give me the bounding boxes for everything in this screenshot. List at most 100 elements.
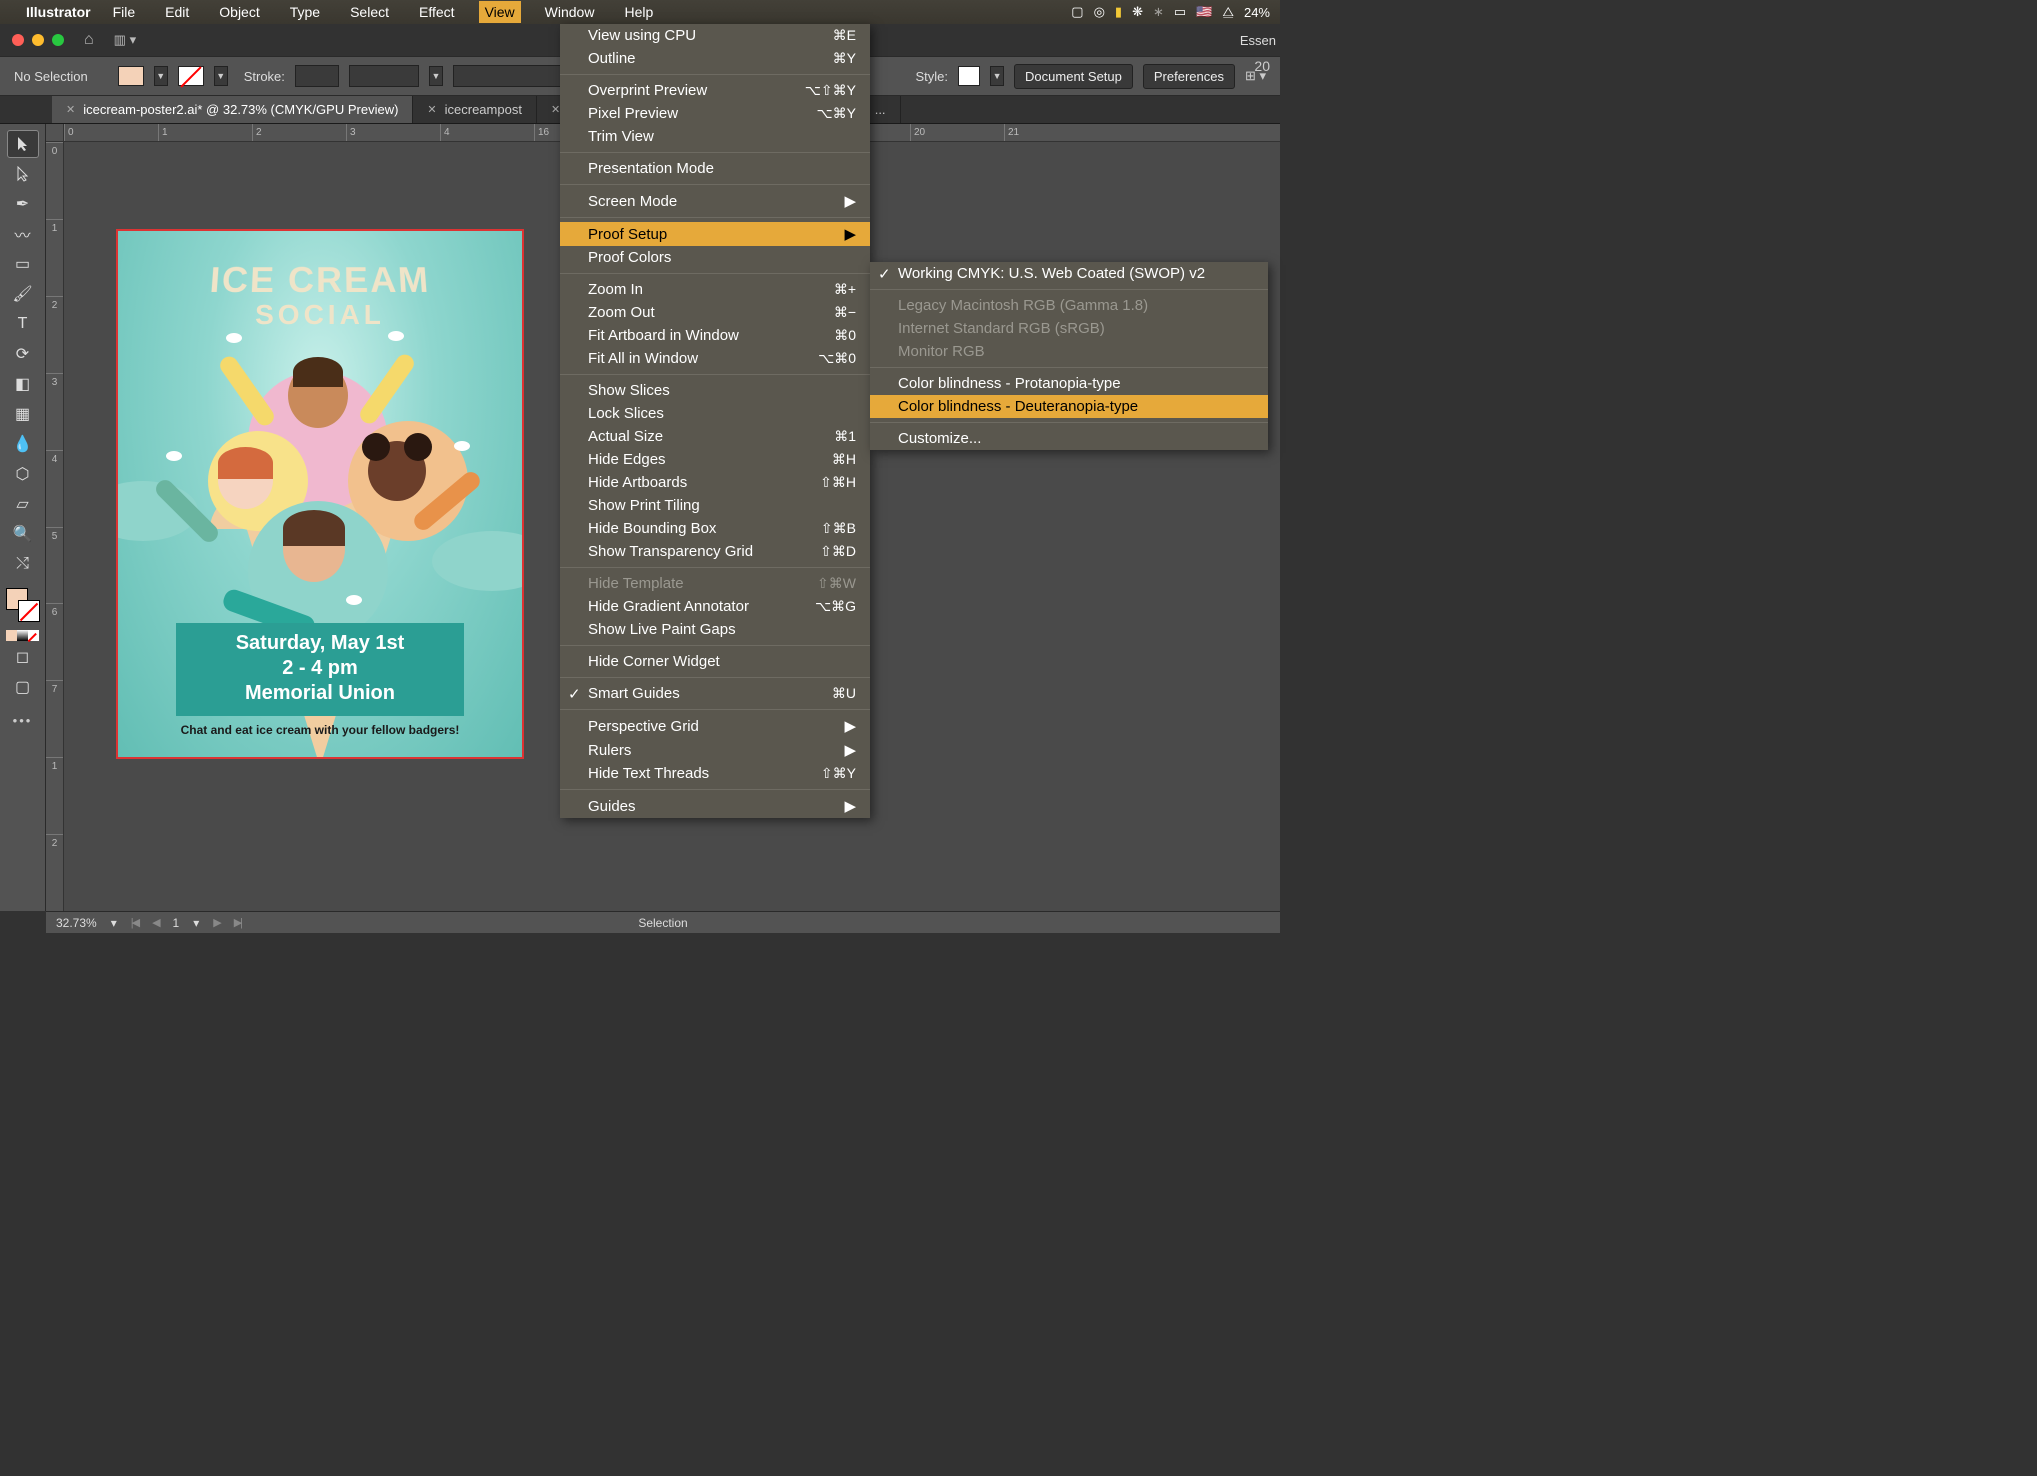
view-menu-item[interactable]: Trim View <box>560 125 870 148</box>
fill-dropdown[interactable]: ▼ <box>154 66 168 86</box>
edit-toolbar-icon[interactable]: ••• <box>13 713 33 728</box>
menu-type[interactable]: Type <box>284 1 326 23</box>
view-menu-item[interactable]: Proof Colors <box>560 246 870 269</box>
preferences-button[interactable]: Preferences <box>1143 64 1235 89</box>
view-menu-item[interactable]: Fit Artboard in Window⌘0 <box>560 324 870 347</box>
proof-submenu-item[interactable]: Customize... <box>870 427 1268 450</box>
view-menu-item[interactable]: ✓Smart Guides⌘U <box>560 682 870 705</box>
close-tab-icon[interactable]: ✕ <box>551 103 560 116</box>
opacity-box[interactable] <box>453 65 573 87</box>
menu-edit[interactable]: Edit <box>159 1 195 23</box>
artboard-dropdown-icon[interactable]: ▾ <box>193 916 199 930</box>
home-icon[interactable]: ⌂ <box>84 31 94 49</box>
view-menu-item[interactable]: Show Live Paint Gaps <box>560 618 870 641</box>
view-menu-item[interactable]: Outline⌘Y <box>560 47 870 70</box>
wifi-icon[interactable]: ⧋ <box>1222 4 1234 20</box>
view-menu-item[interactable]: Rulers▶ <box>560 738 870 762</box>
color-mode-icons[interactable] <box>6 630 39 641</box>
menu-effect[interactable]: Effect <box>413 1 461 23</box>
proof-submenu-item[interactable]: Color blindness - Deuteranopia-type <box>870 395 1268 418</box>
direct-selection-tool-icon[interactable] <box>7 160 39 188</box>
pen-tool-icon[interactable]: ✒ <box>7 190 39 218</box>
display-icon[interactable]: ▭ <box>1174 4 1186 20</box>
view-menu-item[interactable]: Overprint Preview⌥⇧⌘Y <box>560 79 870 102</box>
next-artboard-icon[interactable]: ▶ <box>213 916 219 929</box>
curvature-tool-icon[interactable]: 〰 <box>7 220 39 248</box>
vertical-ruler[interactable]: 0123456712 <box>46 142 64 911</box>
zoom-level[interactable]: 32.73% <box>56 916 97 930</box>
style-dd[interactable]: ▼ <box>990 66 1004 86</box>
artboard-tool-icon[interactable]: ▱ <box>7 490 39 518</box>
menu-window[interactable]: Window <box>539 1 601 23</box>
first-artboard-icon[interactable]: |◀ <box>131 916 138 929</box>
document-tab[interactable]: ✕icecream-poster2.ai* @ 32.73% (CMYK/GPU… <box>52 96 413 123</box>
brush-def-dropdown[interactable] <box>349 65 419 87</box>
view-menu-item[interactable]: Guides▶ <box>560 794 870 818</box>
view-menu-item[interactable]: Hide Edges⌘H <box>560 448 870 471</box>
workspace-label[interactable]: Essen <box>1240 33 1276 48</box>
zoom-dropdown-icon[interactable]: ▾ <box>111 916 117 930</box>
view-menu-item[interactable]: Hide Corner Widget <box>560 650 870 673</box>
eyedropper-tool-icon[interactable]: 💧 <box>7 430 39 458</box>
view-menu-item[interactable]: Zoom In⌘+ <box>560 278 870 301</box>
view-menu-item[interactable]: Show Print Tiling <box>560 494 870 517</box>
view-menu-item[interactable]: Fit All in Window⌥⌘0 <box>560 347 870 370</box>
view-menu-item[interactable]: Screen Mode▶ <box>560 189 870 213</box>
view-menu-item[interactable]: Hide Text Threads⇧⌘Y <box>560 762 870 785</box>
view-menu-item[interactable]: View using CPU⌘E <box>560 24 870 47</box>
screen-mode-icon[interactable]: ▢ <box>7 673 39 701</box>
eraser-tool-icon[interactable]: ◧ <box>7 370 39 398</box>
menu-select[interactable]: Select <box>344 1 395 23</box>
maximize-window-icon[interactable] <box>52 34 64 46</box>
artboard-number[interactable]: 1 <box>173 916 180 930</box>
zoom-tool-icon[interactable]: 🔍 <box>7 520 39 548</box>
artboard[interactable]: ICE CREAM SOCIAL Saturday, May 1st 2 - 4… <box>116 229 524 759</box>
view-menu-item[interactable]: Proof Setup▶ <box>560 222 870 246</box>
menu-help[interactable]: Help <box>618 1 659 23</box>
view-menu-item[interactable]: Zoom Out⌘− <box>560 301 870 324</box>
menu-file[interactable]: File <box>107 1 142 23</box>
selection-tool-icon[interactable] <box>7 130 39 158</box>
view-menu-item[interactable]: Perspective Grid▶ <box>560 714 870 738</box>
last-artboard-icon[interactable]: ▶| <box>234 916 241 929</box>
stroke-swatch[interactable] <box>178 66 204 86</box>
close-window-icon[interactable] <box>12 34 24 46</box>
gradient-tool-icon[interactable]: ▦ <box>7 400 39 428</box>
view-menu-item[interactable]: Hide Bounding Box⇧⌘B <box>560 517 870 540</box>
close-tab-icon[interactable]: ✕ <box>427 103 436 116</box>
brush-dd[interactable]: ▼ <box>429 66 443 86</box>
battery-label[interactable]: 24% <box>1244 5 1270 20</box>
fill-stroke-swap-icon[interactable]: ⤭ <box>7 550 39 578</box>
fill-stroke-indicator[interactable] <box>6 588 40 622</box>
view-menu-item[interactable]: Lock Slices <box>560 402 870 425</box>
flag-icon[interactable]: 🇺🇸 <box>1196 4 1212 20</box>
rectangle-tool-icon[interactable]: ▭ <box>7 250 39 278</box>
draw-mode-icon[interactable]: ◻ <box>7 643 39 671</box>
paintbrush-tool-icon[interactable]: 🖌 <box>7 280 39 308</box>
cloud-icon[interactable]: ◎ <box>1094 4 1105 20</box>
document-tab[interactable]: ✕icecreampost <box>413 96 537 123</box>
graphic-style-swatch[interactable] <box>958 66 980 86</box>
close-tab-icon[interactable]: ✕ <box>66 103 75 116</box>
rotate-tool-icon[interactable]: ⟳ <box>7 340 39 368</box>
view-menu-item[interactable]: Show Slices <box>560 379 870 402</box>
proof-submenu-item[interactable]: Color blindness - Protanopia-type <box>870 372 1268 395</box>
view-menu-item[interactable]: Hide Gradient Annotator⌥⌘G <box>560 595 870 618</box>
view-menu-item[interactable]: Pixel Preview⌥⌘Y <box>560 102 870 125</box>
stroke-weight-input[interactable] <box>295 65 339 87</box>
view-menu-item[interactable]: Hide Artboards⇧⌘H <box>560 471 870 494</box>
app-name[interactable]: Illustrator <box>26 4 91 20</box>
view-menu-item[interactable]: Actual Size⌘1 <box>560 425 870 448</box>
menu-object[interactable]: Object <box>213 1 265 23</box>
view-menu-item[interactable]: Show Transparency Grid⇧⌘D <box>560 540 870 563</box>
app-icon[interactable]: ❋ <box>1132 4 1143 20</box>
zoom-icon[interactable]: ▢ <box>1071 4 1083 20</box>
bluetooth-icon[interactable]: ∗ <box>1153 4 1164 20</box>
type-tool-icon[interactable]: T <box>7 310 39 338</box>
shape-builder-tool-icon[interactable]: ⬡ <box>7 460 39 488</box>
shield-icon[interactable]: ▮ <box>1115 4 1122 20</box>
arrange-documents-icon[interactable]: ▥ ▾ <box>114 32 136 48</box>
minimize-window-icon[interactable] <box>32 34 44 46</box>
view-menu-item[interactable]: Presentation Mode <box>560 157 870 180</box>
menu-view[interactable]: View <box>479 1 521 23</box>
